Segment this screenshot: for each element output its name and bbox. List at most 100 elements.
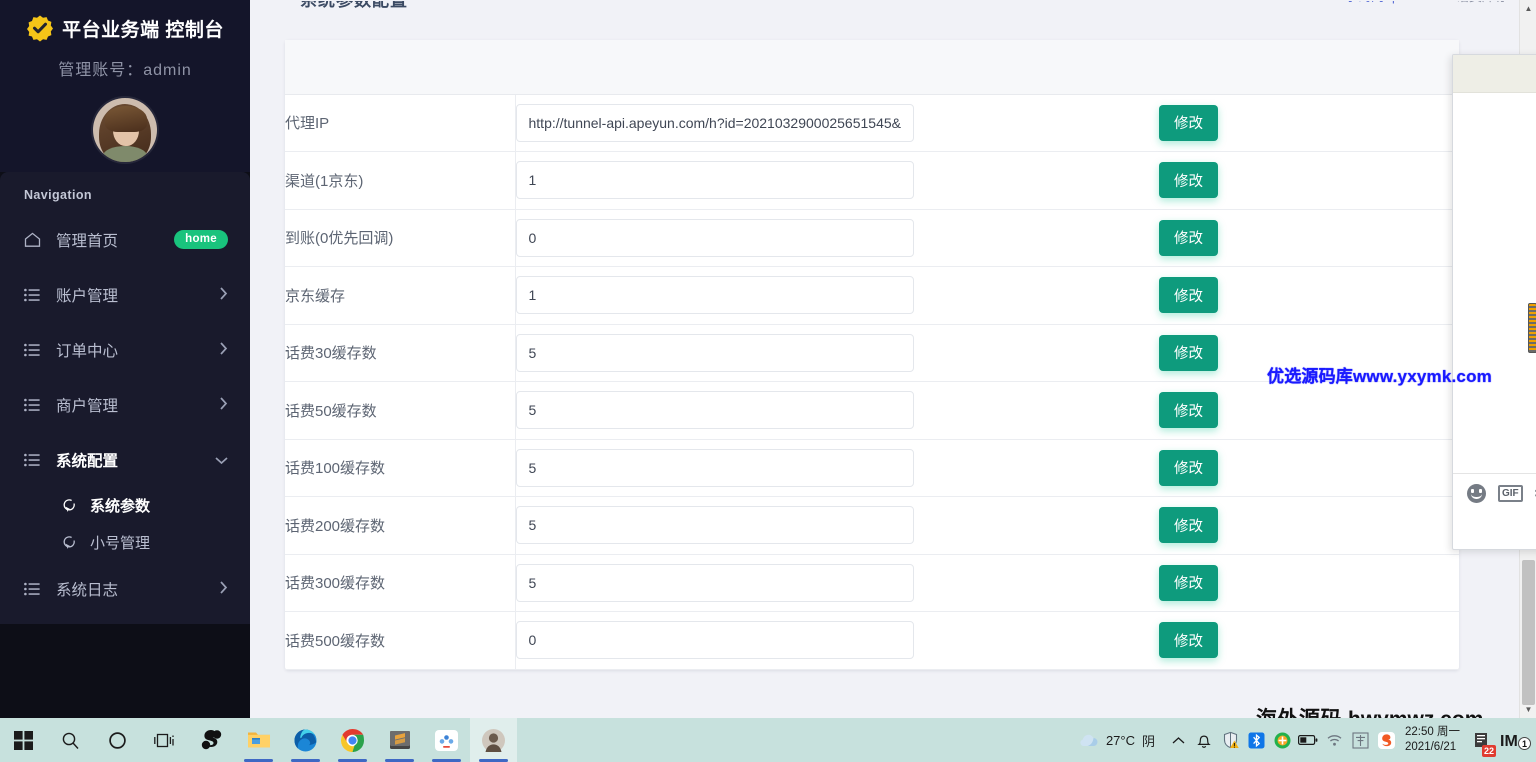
sidebar-item-0[interactable]: 管理首页 home	[0, 212, 250, 267]
setting-label: 话费300缓存数	[285, 554, 516, 612]
task-view-button[interactable]	[141, 718, 188, 762]
setting-input-8[interactable]	[515, 563, 914, 602]
im-app[interactable]: IM 1	[1496, 718, 1531, 762]
setting-value-cell	[515, 382, 1159, 440]
clock[interactable]: 22:50 周一 2021/6/21	[1399, 725, 1470, 755]
table-row: 话费200缓存数 修改	[285, 496, 1459, 555]
modify-button-3[interactable]: 修改	[1159, 277, 1218, 314]
table-row: 到账(0优先回调) 修改	[285, 209, 1459, 267]
edge-icon	[294, 729, 317, 751]
modify-button-6[interactable]: 修改	[1159, 449, 1218, 486]
scroll-down-arrow[interactable]: ▼	[1520, 701, 1536, 718]
modify-button-7[interactable]: 修改	[1159, 507, 1218, 544]
modify-button-8[interactable]: 修改	[1159, 564, 1218, 601]
setting-input-2[interactable]	[515, 218, 914, 257]
chrome-icon	[341, 728, 364, 752]
chat-scrollbar[interactable]	[1528, 303, 1536, 353]
sogou-input[interactable]	[1373, 718, 1399, 762]
sidebar-item-4[interactable]: 系统配置	[0, 432, 250, 487]
table-row: 话费50缓存数 修改	[285, 381, 1459, 440]
setting-action-cell: 修改	[1159, 209, 1459, 267]
setting-input-5[interactable]	[515, 391, 914, 430]
setting-label: 京东缓存	[285, 266, 516, 324]
ime-chinese[interactable]	[1347, 718, 1373, 762]
battery[interactable]	[1295, 718, 1321, 762]
setting-action-cell: 修改	[1159, 612, 1459, 670]
notification-badge: 22	[1481, 745, 1496, 757]
modify-button-0[interactable]: 修改	[1159, 104, 1218, 141]
chat-window-titlebar[interactable]	[1453, 55, 1536, 93]
setting-input-0[interactable]	[515, 103, 914, 142]
sidebar-item-5[interactable]: 系统日志	[0, 561, 250, 616]
network[interactable]	[1321, 718, 1347, 762]
modify-button-4[interactable]: 修改	[1159, 334, 1218, 371]
setting-input-3[interactable]	[515, 276, 914, 315]
chevron-right-icon	[219, 341, 228, 358]
setting-input-1[interactable]	[515, 161, 914, 200]
green-circle-icon	[1274, 732, 1291, 748]
app-navicat[interactable]	[423, 718, 470, 762]
setting-action-cell: 修改	[1159, 497, 1459, 555]
search-icon	[62, 732, 79, 749]
show-hidden-icons[interactable]	[1165, 718, 1191, 762]
app-current-window[interactable]	[470, 718, 517, 762]
chevron-right-icon	[219, 286, 228, 303]
wechat-pay[interactable]	[1269, 718, 1295, 762]
list-icon	[24, 288, 46, 302]
modify-button-5[interactable]: 修改	[1159, 392, 1218, 429]
sidebar-item-1[interactable]: 账户管理	[0, 267, 250, 322]
setting-input-7[interactable]	[515, 506, 914, 545]
sidebar-badge-home: home	[174, 230, 228, 249]
app-edge[interactable]	[282, 718, 329, 762]
setting-input-4[interactable]	[515, 333, 914, 372]
app-sublime[interactable]	[376, 718, 423, 762]
sidebar-item-2[interactable]: 订单中心	[0, 322, 250, 377]
weather-condition: 阴	[1142, 733, 1156, 749]
notification-bell[interactable]	[1191, 718, 1217, 762]
gif-icon[interactable]: GIF	[1498, 485, 1523, 502]
sidebar-item-label: 订单中心	[56, 342, 119, 360]
search-button[interactable]	[47, 718, 94, 762]
emoji-icon[interactable]	[1467, 484, 1486, 503]
bluetooth-icon	[1248, 732, 1265, 748]
settings-table: 代理IP修改渠道(1京东)修改到账(0优先回调)修改京东缓存修改话费30缓存数修…	[285, 40, 1459, 670]
setting-label: 话费500缓存数	[285, 611, 516, 669]
modify-button-1[interactable]: 修改	[1159, 162, 1218, 199]
circle-icon	[109, 731, 126, 749]
bluetooth[interactable]	[1243, 718, 1269, 762]
scrollbar-thumb[interactable]	[1522, 560, 1535, 705]
app-chrome[interactable]	[329, 718, 376, 762]
avatar[interactable]	[93, 98, 157, 162]
setting-value-cell	[515, 209, 1159, 267]
list-icon	[24, 343, 46, 357]
security-shield[interactable]	[1217, 718, 1243, 762]
weather-widget[interactable]: 27°C 阴	[1068, 731, 1165, 750]
start-button[interactable]	[0, 718, 47, 762]
scroll-up-arrow[interactable]: ▲	[1520, 0, 1536, 17]
chat-window[interactable]: GIF ✂	[1452, 54, 1536, 550]
cortana-button[interactable]	[94, 718, 141, 762]
table-row: 渠道(1京东) 修改	[285, 151, 1459, 209]
app-file-explorer[interactable]	[235, 718, 282, 762]
modify-button-2[interactable]: 修改	[1159, 219, 1218, 256]
sidebar-subitem-1[interactable]: 小号管理	[0, 524, 250, 561]
im-badge: 1	[1518, 737, 1531, 750]
app-sogou[interactable]	[188, 718, 235, 762]
modify-button-9[interactable]: 修改	[1159, 622, 1218, 659]
sidebar-subitem-0[interactable]: 系统参数	[0, 487, 250, 524]
setting-value-cell	[515, 612, 1159, 670]
chevron-right-icon	[219, 396, 228, 413]
setting-value-cell	[515, 497, 1159, 555]
sidebar-brand[interactable]: 平台业务端 控制台	[0, 0, 250, 56]
notification-center[interactable]: 22	[1470, 718, 1496, 762]
sogou-icon	[201, 730, 221, 750]
sidebar-item-3[interactable]: 商户管理	[0, 377, 250, 432]
sidebar-nav: Navigation 管理首页 home 账户管理 订单中心 商户管理 系统配置 系统参数小…	[0, 172, 250, 624]
sidebar-brand-title: 平台业务端 控制台	[62, 19, 224, 41]
chevron-down-icon	[215, 452, 228, 468]
setting-input-6[interactable]	[515, 448, 914, 487]
setting-input-9[interactable]	[515, 621, 914, 660]
list-icon	[24, 398, 46, 412]
ime-icon	[1351, 731, 1369, 749]
cloud-icon	[1080, 734, 1098, 746]
